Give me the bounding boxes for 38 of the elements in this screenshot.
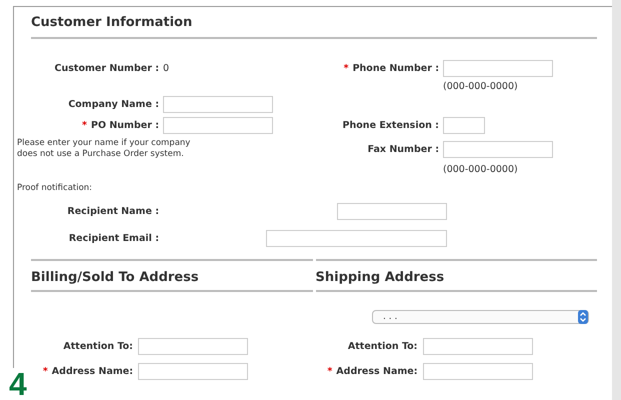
required-asterisk: *: [42, 366, 48, 377]
input-field[interactable]: [163, 117, 273, 134]
format-hint: (000-000-0000): [443, 81, 519, 92]
field-label: Phone Extension :: [342, 120, 439, 131]
field-label: PO Number :: [91, 120, 159, 131]
input-field[interactable]: [422, 338, 532, 355]
step-number: 4: [9, 368, 27, 400]
input-field[interactable]: [443, 117, 485, 134]
required-asterisk: *: [344, 63, 349, 74]
proof-label: Proof notification:: [17, 183, 94, 193]
field-label: Attention To:: [348, 341, 418, 352]
section-title: Shipping Address: [316, 269, 446, 287]
input-field[interactable]: [443, 60, 553, 77]
required-asterisk: *: [327, 366, 332, 377]
section-title: Billing/Sold To Address: [31, 269, 200, 287]
input-field[interactable]: [138, 363, 248, 380]
field-label: Fax Number :: [368, 144, 439, 154]
input-field[interactable]: [337, 203, 447, 220]
input-field[interactable]: [138, 338, 248, 355]
field-value: 0: [163, 63, 170, 74]
field-label: Recipient Email :: [68, 233, 159, 244]
input-field[interactable]: [163, 96, 273, 113]
field-label: Company Name :: [68, 99, 159, 110]
field-label: Customer Number :: [54, 63, 159, 74]
field-label: Address Name:: [52, 366, 133, 377]
help-text: Please enter your name if your company does not use a Purchase Order system.: [17, 138, 192, 160]
field-label: Attention To:: [63, 341, 133, 352]
input-field[interactable]: [422, 363, 532, 380]
input-field[interactable]: [443, 140, 553, 158]
dropdown-arrows-icon: [578, 310, 588, 324]
field-label: Phone Number :: [352, 63, 439, 74]
address-dropdown[interactable]: . . .: [372, 310, 589, 324]
format-hint: (000-000-0000): [443, 164, 519, 175]
field-label: Recipient Name :: [67, 206, 159, 217]
field-label: Address Name:: [336, 366, 418, 377]
section-title: Customer Information: [31, 14, 194, 32]
required-asterisk: *: [82, 120, 87, 131]
input-field[interactable]: [266, 230, 447, 247]
